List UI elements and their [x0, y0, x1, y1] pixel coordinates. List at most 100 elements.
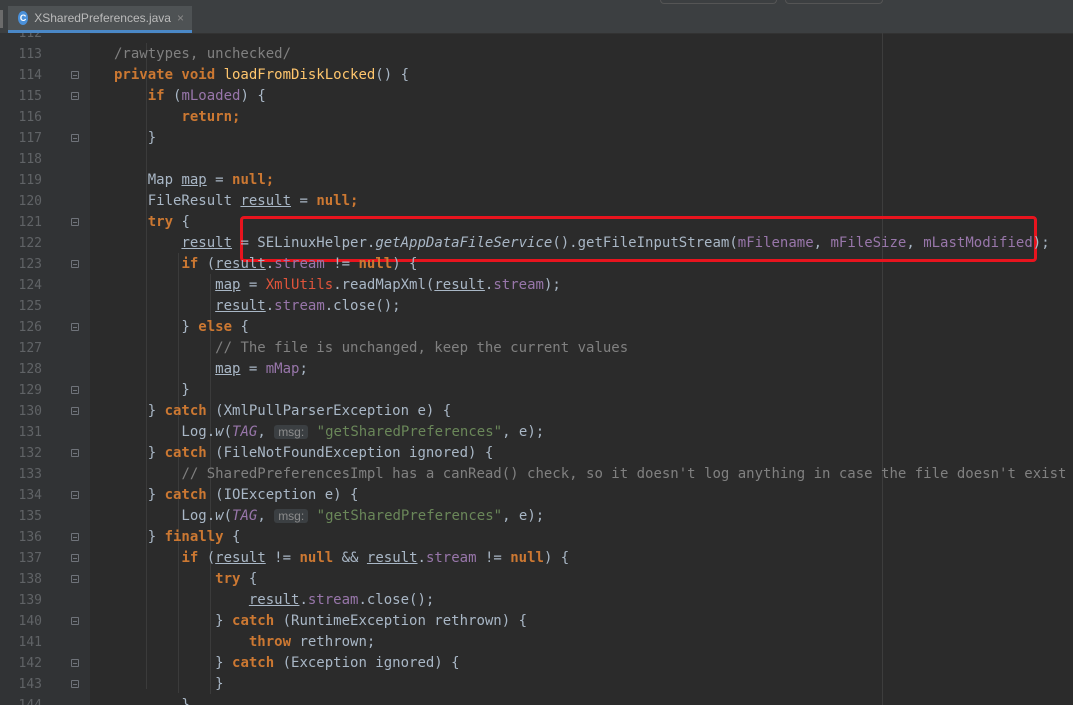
code-text: throw rethrown; [248, 634, 376, 650]
line-number: 143 [18, 677, 42, 692]
code-line[interactable]: 137 if (result != null && result.stream … [0, 548, 1073, 569]
fold-icon[interactable] [71, 659, 79, 667]
code-line[interactable]: 116 return; [0, 107, 1073, 128]
code-line[interactable]: 129 } [0, 380, 1073, 401]
code-line[interactable]: 130 } catch (XmlPullParserException e) { [0, 401, 1073, 422]
fold-icon[interactable] [71, 218, 79, 226]
code-text: result.stream.close(); [215, 298, 401, 314]
fold-icon[interactable] [71, 386, 79, 394]
code-line[interactable]: 136 } finally { [0, 527, 1073, 548]
line-number: 127 [18, 341, 42, 356]
code-line[interactable]: 134 } catch (IOException e) { [0, 485, 1073, 506]
java-class-icon: C [18, 11, 29, 25]
line-number: 126 [18, 320, 42, 335]
line-number: 141 [18, 635, 42, 650]
fold-icon[interactable] [71, 323, 79, 331]
code-text: private void loadFromDiskLocked() { [114, 67, 410, 83]
code-editor[interactable]: 112 113/rawtypes, unchecked/114 private vo… [0, 33, 1073, 705]
toolbar-button-left[interactable] [660, 0, 777, 4]
code-text: } catch (IOException e) { [114, 487, 359, 503]
line-number: 122 [18, 236, 42, 251]
toolbar-button-right[interactable] [785, 0, 883, 4]
code-line[interactable]: 127 // The file is unchanged, keep the c… [0, 338, 1073, 359]
line-number: 124 [18, 278, 42, 293]
code-line[interactable]: 139 result.stream.close(); [0, 590, 1073, 611]
fold-icon[interactable] [71, 71, 79, 79]
fold-icon[interactable] [71, 575, 79, 583]
tab-xsharedpreferences[interactable]: C XSharedPreferences.java × [8, 6, 192, 33]
fold-icon[interactable] [71, 554, 79, 562]
line-number: 142 [18, 656, 42, 671]
fold-icon[interactable] [71, 134, 79, 142]
code-line[interactable]: 142 } catch (Exception ignored) { [0, 653, 1073, 674]
code-line[interactable]: 140 } catch (RuntimeException rethrown) … [0, 611, 1073, 632]
code-text: } else { [114, 319, 249, 335]
code-text: } finally { [114, 529, 241, 545]
code-line[interactable]: 121 try { [0, 212, 1073, 233]
code-line[interactable]: 119 Map map = null; [0, 170, 1073, 191]
code-line[interactable]: 131 Log.w(TAG, msg: "getSharedPreference… [0, 422, 1073, 443]
fold-icon[interactable] [71, 617, 79, 625]
code-line[interactable]: 138 try { [0, 569, 1073, 590]
code-line[interactable]: 117 } [0, 128, 1073, 149]
code-text: Log.w(TAG, msg: "getSharedPreferences", … [114, 508, 545, 524]
fold-icon[interactable] [71, 680, 79, 688]
code-text: map = mMap; [215, 361, 308, 377]
code-text: } catch (Exception ignored) { [114, 655, 460, 671]
line-number: 131 [18, 425, 42, 440]
code-text: } catch (XmlPullParserException e) { [114, 403, 452, 419]
code-text: if (mLoaded) { [147, 88, 266, 104]
code-text: } [114, 130, 157, 146]
line-number: 144 [0, 695, 42, 705]
line-number: 140 [18, 614, 42, 629]
code-line[interactable]: 128 map = mMap; [0, 359, 1073, 380]
code-text: return; [181, 109, 241, 125]
code-line[interactable]: 118 [0, 149, 1073, 170]
line-number: 130 [18, 404, 42, 419]
fold-icon[interactable] [71, 407, 79, 415]
code-line[interactable]: 115 if (mLoaded) { [0, 86, 1073, 107]
code-line[interactable]: 126 } else { [0, 317, 1073, 338]
line-number: 129 [18, 383, 42, 398]
code-line[interactable]: 141 throw rethrown; [0, 632, 1073, 653]
line-number: 116 [18, 110, 42, 125]
fold-icon[interactable] [71, 92, 79, 100]
code-line[interactable]: 143 } [0, 674, 1073, 695]
line-number: 125 [18, 299, 42, 314]
code-line[interactable]: 113/rawtypes, unchecked/ [0, 44, 1073, 65]
code-line[interactable]: 135 Log.w(TAG, msg: "getSharedPreference… [0, 506, 1073, 527]
code-line[interactable]: 124 map = XmlUtils.readMapXml(result.str… [0, 275, 1073, 296]
code-text: result = SELinuxHelper.getAppDataFileSer… [181, 235, 1050, 251]
code-line[interactable]: 144 } [0, 695, 1073, 705]
code-line[interactable]: 122 result = SELinuxHelper.getAppDataFil… [0, 233, 1073, 254]
fold-icon[interactable] [71, 491, 79, 499]
line-number: 137 [18, 551, 42, 566]
line-number: 139 [18, 593, 42, 608]
line-number: 119 [18, 173, 42, 188]
line-number: 113 [18, 47, 42, 62]
close-icon[interactable]: × [177, 11, 184, 25]
code-line[interactable]: 120 FileResult result = null; [0, 191, 1073, 212]
code-line[interactable]: 114 private void loadFromDiskLocked() { [0, 65, 1073, 86]
tab-label: XSharedPreferences.java [34, 11, 171, 25]
code-text: if (result.stream != null) { [181, 256, 418, 272]
code-text: } catch (FileNotFoundException ignored) … [114, 445, 494, 461]
line-number: 114 [18, 68, 42, 83]
code-text: } catch (RuntimeException rethrown) { [114, 613, 528, 629]
code-line[interactable]: 132 } catch (FileNotFoundException ignor… [0, 443, 1073, 464]
code-line[interactable]: 112 [0, 33, 1073, 44]
fold-icon[interactable] [71, 533, 79, 541]
code-line[interactable]: 123 if (result.stream != null) { [0, 254, 1073, 275]
fold-icon[interactable] [71, 260, 79, 268]
code-text: // The file is unchanged, keep the curre… [215, 340, 629, 356]
code-text: /rawtypes, unchecked/ [114, 46, 292, 62]
code-line[interactable]: 125 result.stream.close(); [0, 296, 1073, 317]
code-text: Map map = null; [114, 172, 275, 188]
line-number: 136 [18, 530, 42, 545]
code-line[interactable]: 133 // SharedPreferencesImpl has a canRe… [0, 464, 1073, 485]
fold-icon[interactable] [71, 449, 79, 457]
code-text: } [114, 697, 190, 705]
line-number: 117 [18, 131, 42, 146]
line-number: 133 [18, 467, 42, 482]
code-text: try { [215, 571, 258, 587]
